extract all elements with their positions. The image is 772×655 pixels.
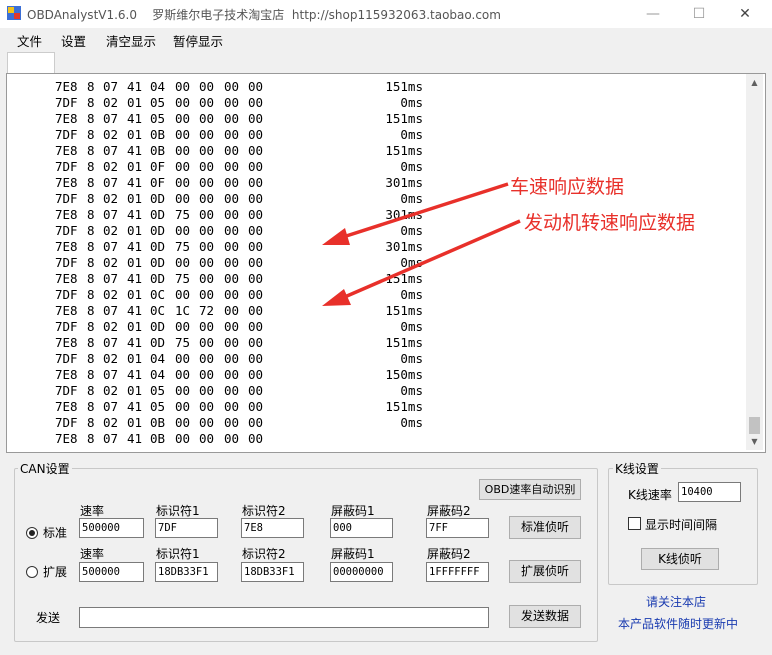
- ext-id2-input[interactable]: 18DB33F1: [241, 562, 304, 582]
- rpm-annotation: 发动机转速响应数据: [524, 212, 696, 234]
- send-data-button[interactable]: 发送数据: [509, 605, 581, 628]
- kline-settings-title: K线设置: [613, 460, 661, 477]
- can-settings-title: CAN设置: [18, 460, 72, 477]
- send-label: 发送: [36, 611, 61, 625]
- std-id2-label: 标识符2: [242, 504, 286, 518]
- update-note-link[interactable]: 本产品软件随时更新中: [618, 615, 738, 632]
- ext-mask2-input[interactable]: 1FFFFFFF: [426, 562, 489, 582]
- extended-radio-label: 扩展: [43, 565, 68, 579]
- std-mask1-input[interactable]: 000: [330, 518, 393, 538]
- ext-mask1-label: 屏蔽码1: [331, 547, 375, 561]
- show-interval-label: 显示时间间隔: [645, 518, 718, 532]
- std-id2-input[interactable]: 7E8: [241, 518, 304, 538]
- standard-listen-button[interactable]: 标准侦听: [509, 516, 581, 539]
- std-id1-label: 标识符1: [156, 504, 200, 518]
- send-input[interactable]: [79, 607, 489, 628]
- speed-arrow-head: [322, 228, 350, 245]
- extended-radio[interactable]: [26, 566, 38, 578]
- speed-annotation: 车速响应数据: [510, 176, 625, 198]
- ext-id2-label: 标识符2: [242, 547, 286, 561]
- speed-arrow-line: [339, 182, 509, 240]
- show-interval-checkbox[interactable]: [628, 517, 641, 530]
- ext-id1-label: 标识符1: [156, 547, 200, 561]
- auto-detect-rate-button[interactable]: OBD速率自动识别: [479, 479, 581, 500]
- std-mask1-label: 屏蔽码1: [331, 504, 375, 518]
- std-mask2-label: 屏蔽码2: [427, 504, 471, 518]
- std-mask2-input[interactable]: 7FF: [426, 518, 489, 538]
- follow-store-link[interactable]: 请关注本店: [646, 593, 706, 610]
- kline-rate-label: K线速率: [628, 488, 672, 502]
- standard-radio[interactable]: [26, 527, 38, 539]
- rpm-arrow-head: [322, 289, 351, 306]
- ext-rate-label: 速率: [80, 547, 105, 561]
- ext-mask1-input[interactable]: 00000000: [330, 562, 393, 582]
- standard-radio-label: 标准: [43, 526, 68, 540]
- ext-id1-input[interactable]: 18DB33F1: [155, 562, 218, 582]
- rpm-arrow-line: [339, 219, 521, 301]
- std-rate-input[interactable]: 500000: [79, 518, 144, 538]
- std-rate-label: 速率: [80, 504, 105, 518]
- kline-rate-input[interactable]: 10400: [678, 482, 741, 502]
- ext-mask2-label: 屏蔽码2: [427, 547, 471, 561]
- ext-rate-input[interactable]: 500000: [79, 562, 144, 582]
- kline-listen-button[interactable]: K线侦听: [641, 548, 719, 570]
- std-id1-input[interactable]: 7DF: [155, 518, 218, 538]
- extended-listen-button[interactable]: 扩展侦听: [509, 560, 581, 583]
